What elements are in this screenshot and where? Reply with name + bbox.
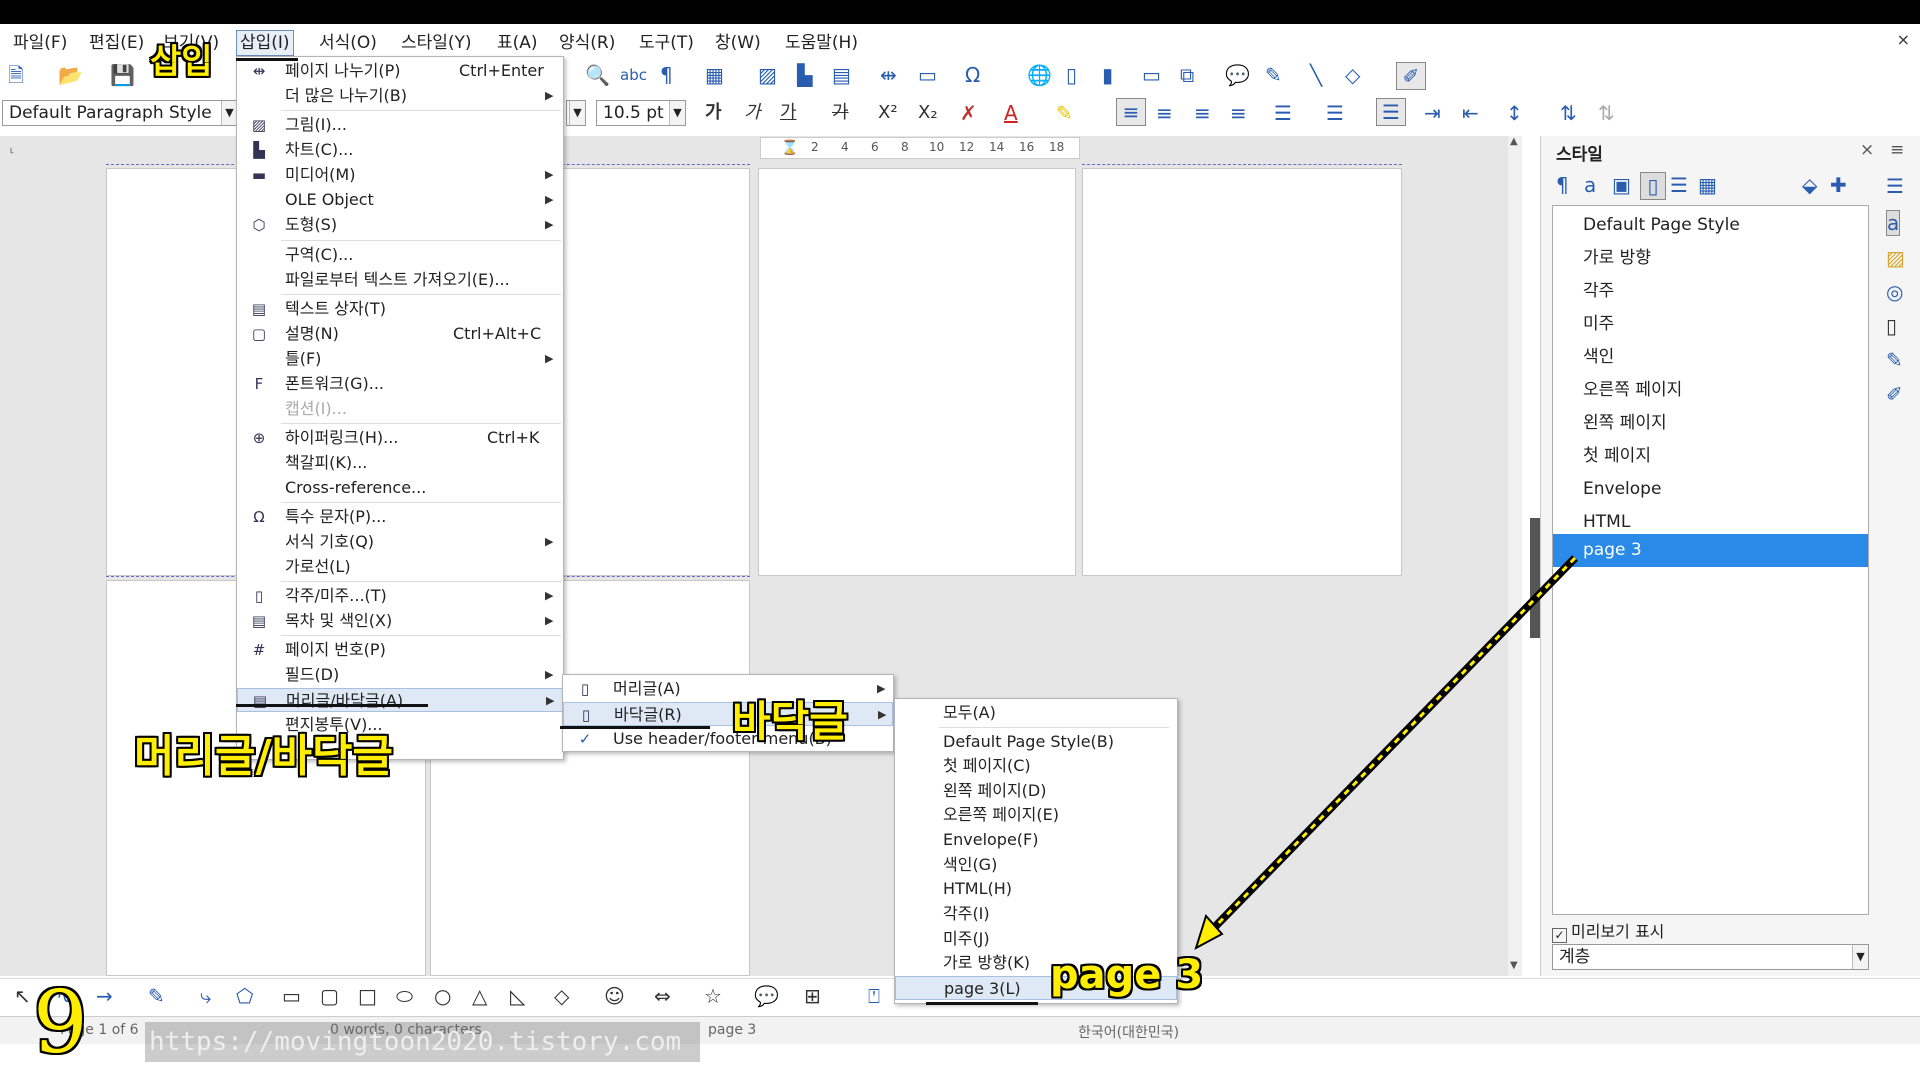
annotation-arrow: [1194, 555, 1578, 951]
